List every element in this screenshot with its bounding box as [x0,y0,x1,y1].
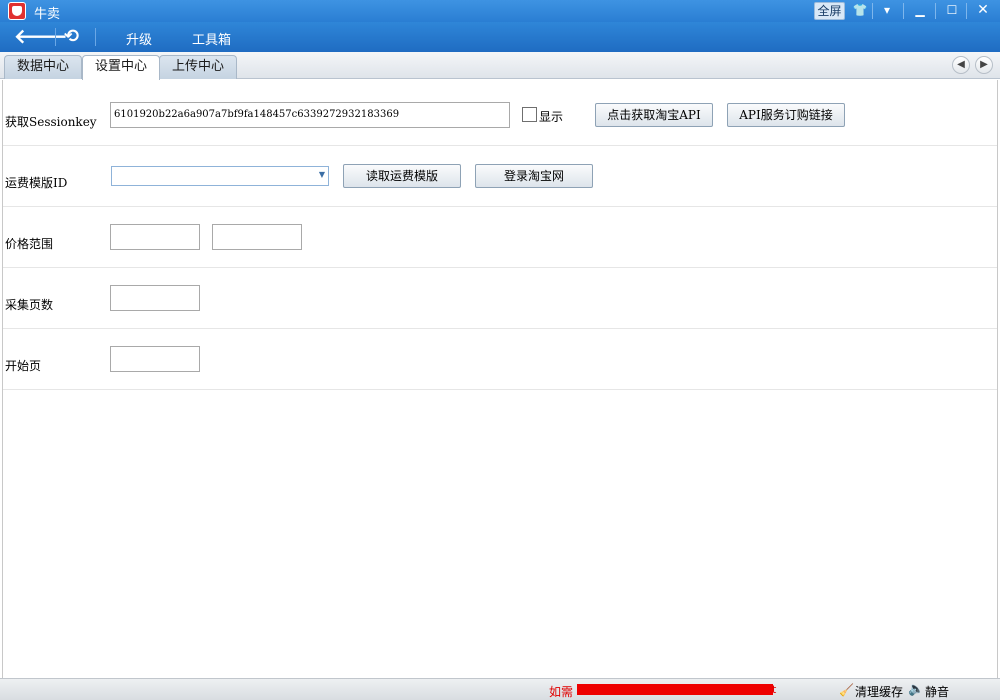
title-separator [966,3,967,19]
toolbar-separator [95,28,96,46]
status-bar: 如需 t 🧹 清理缓存 🔈 静音 [0,678,1000,700]
start-page-input[interactable] [110,346,200,372]
freight-row: 运费模版ID ▼ 读取运费模版 登录淘宝网 [3,146,997,207]
pages-input[interactable] [110,285,200,311]
toolbar: 🡐 ⟲ 升级 工具箱 [0,22,1000,52]
pages-label: 采集页数 [5,298,54,312]
title-separator [903,3,904,19]
tab-settings-center[interactable]: 设置中心 [82,55,161,80]
start-page-label: 开始页 [5,359,42,373]
get-taobao-api-button[interactable]: 点击获取淘宝API [595,103,713,127]
session-row: 获取Sessionkey 6101920b22a6a907a7bf9fa1484… [3,85,997,146]
read-freight-template-button[interactable]: 读取运费模版 [343,164,461,188]
start-page-row: 开始页 [3,329,997,390]
price-min-input[interactable] [110,224,200,250]
show-label: 显示 [539,110,564,124]
fullscreen-button[interactable]: 全屏 [814,2,845,20]
price-label: 价格范围 [5,237,54,251]
tab-scroll-left-icon[interactable]: ◀ [952,56,970,74]
tab-scroll-right-icon[interactable]: ▶ [975,56,993,74]
tab-data-center[interactable]: 数据中心 [4,55,83,79]
session-label: 获取Sessionkey [5,115,97,129]
api-subscribe-link-button[interactable]: API服务订购链接 [727,103,845,127]
menu-chevron-icon[interactable]: ▾ [878,2,896,20]
freight-template-select[interactable]: ▼ [111,166,329,186]
title-bar: 牛卖 全屏 👕 ▾ ▁ ☐ ✕ [0,0,1000,22]
mute-button[interactable]: 静音 [925,683,949,700]
redacted-notice-bar [577,684,773,695]
upgrade-button[interactable]: 升级 [126,29,152,48]
settings-panel: 获取Sessionkey 6101920b22a6a907a7bf9fa1484… [2,80,998,678]
tab-upload-center[interactable]: 上传中心 [159,55,238,79]
clear-cache-button[interactable]: 清理缓存 [855,683,903,700]
app-logo-icon [8,2,26,20]
broom-icon[interactable]: 🧹 [839,683,854,697]
tab-bar: 数据中心 设置中心 上传中心 [0,52,1000,80]
price-max-input[interactable] [212,224,302,250]
title-separator [935,3,936,19]
pages-row: 采集页数 [3,268,997,329]
status-notice-suffix: t [772,683,777,696]
show-checkbox[interactable] [522,107,537,122]
minimize-icon[interactable]: ▁ [910,2,930,20]
shirt-icon[interactable]: 👕 [851,2,869,20]
toolbox-button[interactable]: 工具箱 [192,29,231,48]
speaker-icon[interactable]: 🔈 [908,682,924,697]
login-taobao-button[interactable]: 登录淘宝网 [475,164,593,188]
refresh-icon[interactable]: ⟲ [64,27,86,47]
maximize-icon[interactable]: ☐ [942,2,962,20]
back-arrow-icon[interactable]: 🡐 [14,26,68,47]
title-separator [872,3,873,19]
price-row: 价格范围 [3,207,997,268]
sessionkey-input[interactable]: 6101920b22a6a907a7bf9fa148457c6339272932… [110,102,510,128]
status-notice: 如需 [549,685,574,699]
toolbar-separator [55,28,56,46]
close-icon[interactable]: ✕ [972,2,994,20]
chevron-down-icon[interactable]: ▼ [319,170,325,179]
app-title: 牛卖 [34,7,61,22]
freight-label: 运费模版ID [5,176,68,190]
